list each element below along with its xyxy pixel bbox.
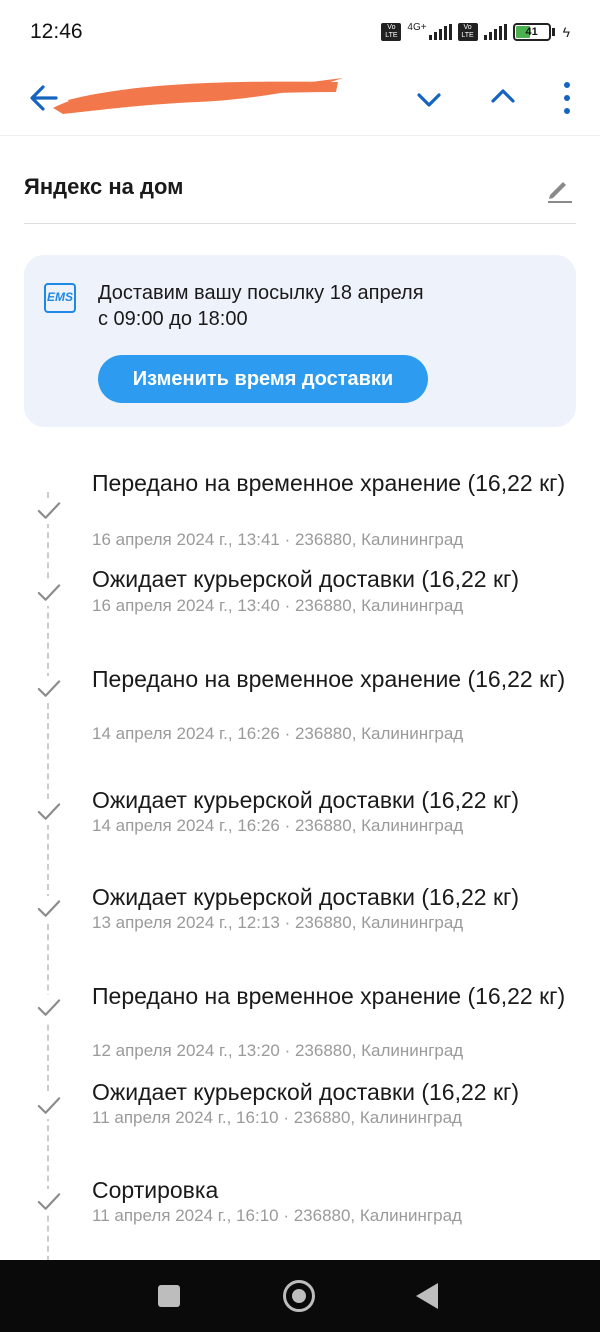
network-type-label: 4G+ [407, 21, 427, 33]
pencil-icon [548, 182, 572, 203]
checkmark-icon [34, 498, 64, 524]
charging-icon: ϟ [562, 24, 570, 40]
parcel-name-row: Яндекс на дом [24, 152, 576, 224]
event-meta: 14 апреля 2024 г., 16:26 · 236880, Калин… [92, 724, 464, 743]
change-delivery-time-button[interactable]: Изменить время доставки [98, 355, 428, 403]
redacted-tracking-number [53, 78, 343, 114]
checkmark-icon [34, 995, 64, 1021]
ems-logo-icon: EMS [44, 283, 76, 313]
event-meta: 16 апреля 2024 г., 13:40 · 236880, Калин… [92, 596, 464, 615]
status-icons: Vo LTE 4G+ Vo LTE 41 ϟ [381, 20, 570, 44]
volte-icon: Vo LTE [381, 23, 402, 41]
status-time: 12:46 [30, 20, 83, 43]
system-back-button[interactable] [416, 1283, 438, 1309]
event-title: Ожидает курьерской доставки (16,22 кг) [92, 787, 520, 813]
checkmark-icon [34, 799, 64, 825]
checkmark-icon [34, 676, 64, 702]
signal-icon [428, 24, 452, 40]
checkmark-icon [34, 896, 64, 922]
checkmark-icon [34, 580, 64, 606]
event-title: Передано на временное хранение (16,22 кг… [92, 470, 566, 496]
checkmark-icon [34, 1093, 64, 1119]
previous-parcel-button[interactable] [486, 80, 520, 114]
chevron-up-icon [491, 89, 515, 103]
event-meta: 13 апреля 2024 г., 12:13 · 236880, Калин… [92, 913, 464, 932]
event-meta: 11 апреля 2024 г., 16:10 · 236880, Калин… [92, 1108, 462, 1127]
event-meta: 11 апреля 2024 г., 16:10 · 236880, Калин… [92, 1206, 462, 1225]
event-meta: 14 апреля 2024 г., 16:26 · 236880, Калин… [92, 816, 464, 835]
edit-name-button[interactable] [544, 174, 574, 204]
more-options-button[interactable] [558, 78, 576, 118]
checkmark-icon [34, 1189, 64, 1215]
event-meta: 16 апреля 2024 г., 13:41 · 236880, Калин… [92, 530, 464, 549]
event-title: Ожидает курьерской доставки (16,22 кг) [92, 884, 520, 910]
volte-icon: Vo LTE [457, 23, 478, 41]
delivery-info-card: EMS Доставим вашу посылку 18 апреля с 09:… [24, 255, 576, 427]
chevron-down-icon [417, 93, 441, 107]
delivery-date-text: Доставим вашу посылку 18 апреля с 09:00 д… [98, 282, 424, 330]
system-navigation-bar [0, 1260, 600, 1332]
event-title: Ожидает курьерской доставки (16,22 кг) [92, 1079, 520, 1105]
event-title: Сортировка [92, 1177, 219, 1203]
parcel-name: Яндекс на дом [24, 174, 184, 199]
timeline-line [47, 492, 49, 1292]
event-title: Передано на временное хранение (16,22 кг… [92, 666, 566, 692]
next-parcel-button[interactable] [412, 82, 446, 116]
status-bar: 12:46 Vo LTE 4G+ Vo LTE 41 ϟ [0, 0, 600, 64]
event-title: Ожидает курьерской доставки (16,22 кг) [92, 566, 520, 592]
home-button[interactable] [283, 1280, 315, 1312]
battery-level: 41 [525, 26, 538, 38]
battery-icon: 41 [512, 23, 551, 41]
recents-button[interactable] [158, 1285, 180, 1307]
signal-icon [483, 24, 507, 40]
event-meta: 12 апреля 2024 г., 13:20 · 236880, Калин… [92, 1041, 464, 1060]
event-title: Передано на временное хранение (16,22 кг… [92, 983, 566, 1009]
